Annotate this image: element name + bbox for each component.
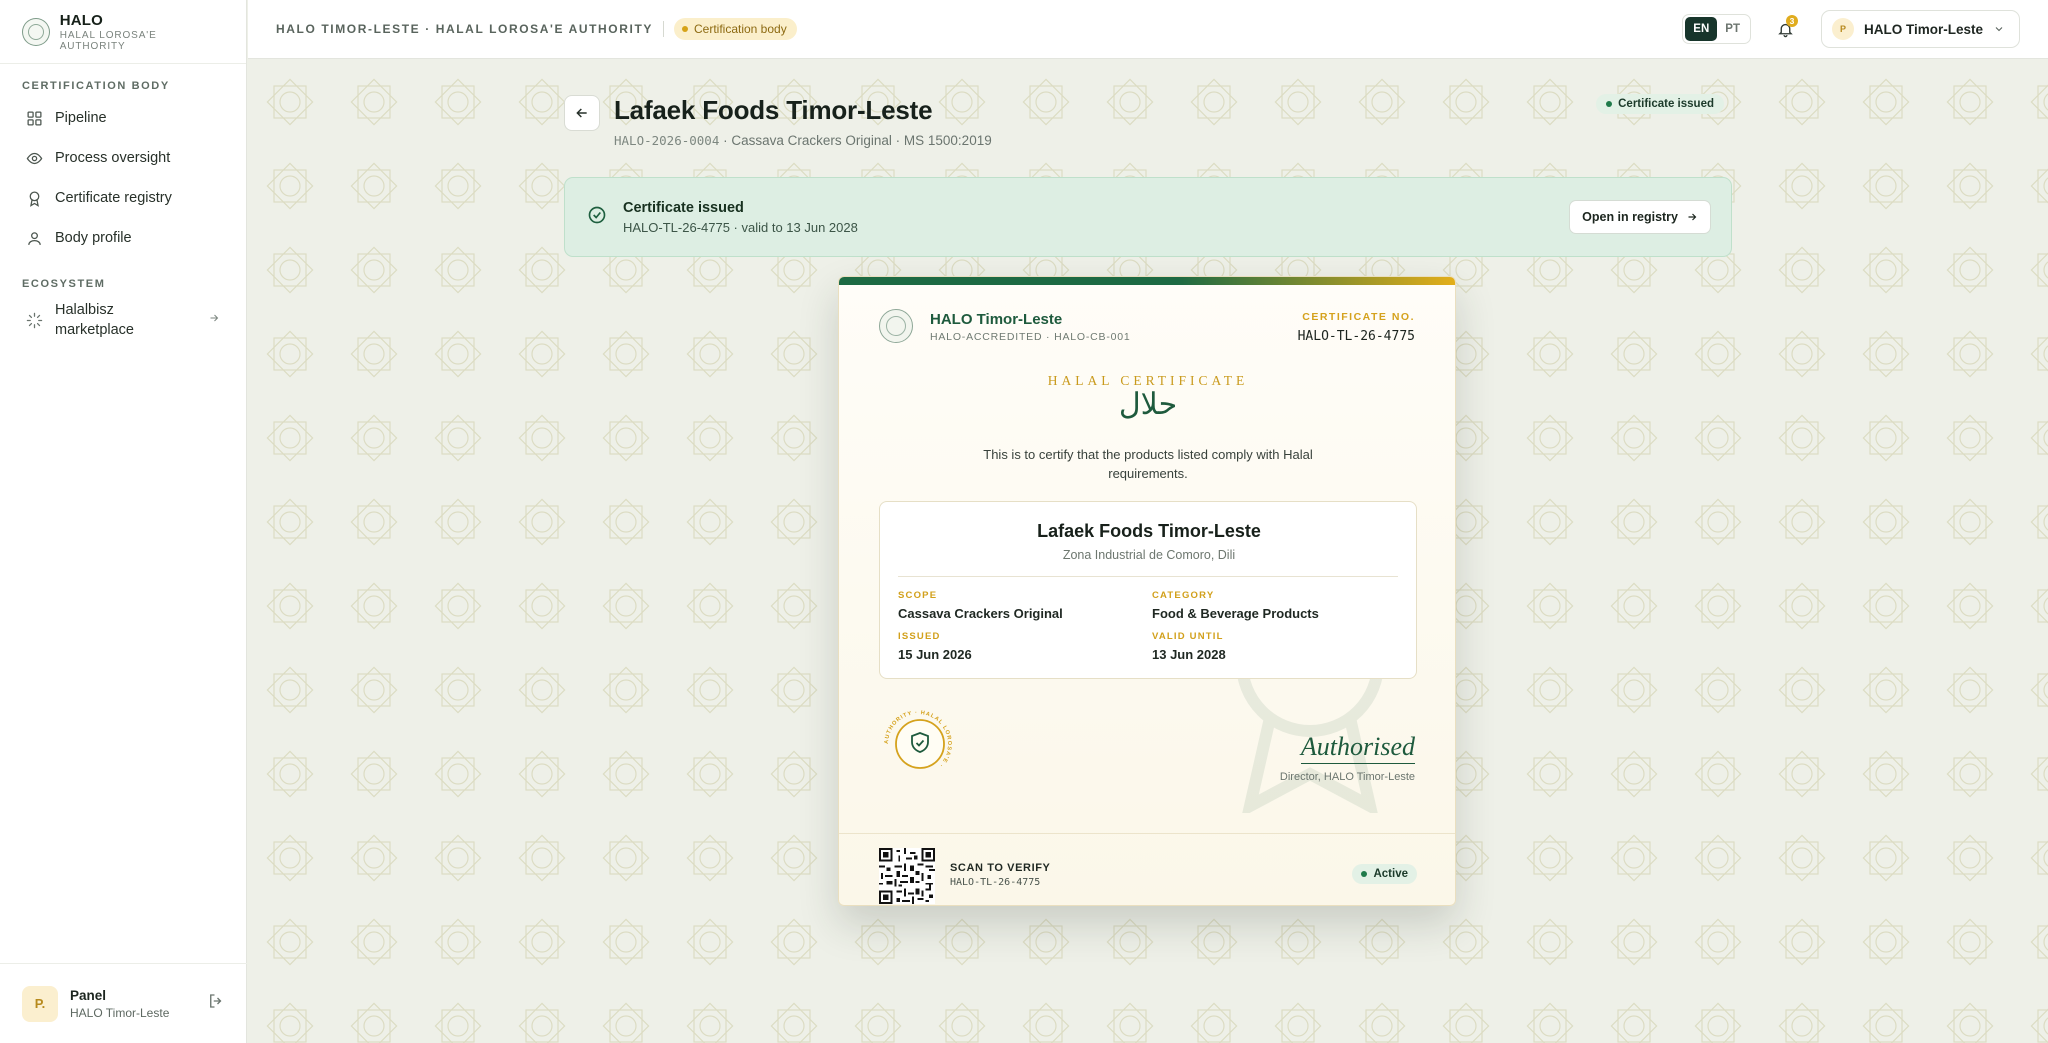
signatory-title: Director, HALO Timor-Leste	[1279, 771, 1415, 783]
signature: Authorised	[1300, 732, 1415, 764]
divider	[662, 21, 664, 37]
role-badge: Certification body	[673, 18, 797, 40]
field-value: Food & Beverage Products	[1152, 606, 1319, 621]
account-menu[interactable]: P HALO Timor-Leste	[1820, 10, 2020, 48]
logout-icon[interactable]	[207, 992, 225, 1015]
certificate-accent-bar	[839, 277, 1455, 285]
status-badge-label: Certificate issued	[1618, 98, 1714, 110]
divider	[898, 576, 1398, 577]
certificate-accreditation: HALO-ACCREDITED · HALO-CB-001	[930, 331, 1131, 343]
back-button[interactable]	[564, 95, 600, 131]
issued-banner: Certificate issued HALO-TL-26-4775 · val…	[564, 177, 1732, 257]
eye-icon	[26, 152, 43, 164]
role-badge-label: Certification body	[693, 22, 787, 36]
certificate-details: Lafaek Foods Timor-Leste Zona Industrial…	[879, 501, 1417, 679]
field-issued: ISSUED 15 Jun 2026	[898, 631, 972, 662]
nav-section-certification-body: CERTIFICATION BODY	[22, 80, 170, 92]
certificate-issuer: HALO Timor-Leste	[930, 311, 1063, 328]
field-label: SCOPE	[898, 590, 938, 601]
grid-icon	[27, 110, 42, 126]
notification-count: 3	[1785, 15, 1798, 27]
chevron-down-icon	[1995, 27, 2003, 32]
scan-to-verify-label: SCAN TO VERIFY	[950, 862, 1051, 874]
nav-section-ecosystem: ECOSYSTEM	[22, 278, 106, 290]
spinner-icon	[26, 312, 43, 328]
certificate-footer: SCAN TO VERIFY HALO-TL-26-4775 Active	[839, 833, 1455, 905]
lang-en-button[interactable]: EN	[1685, 17, 1718, 41]
certificate-card: HALO Timor-Leste HALO-ACCREDITED · HALO-…	[838, 276, 1456, 906]
scan-certificate-id: HALO-TL-26-4775	[950, 877, 1041, 888]
user-org: HALO Timor-Leste	[70, 1005, 170, 1020]
qr-code[interactable]	[879, 848, 935, 904]
certificate-state-label: Active	[1373, 868, 1408, 880]
field-value: Cassava Crackers Original	[898, 606, 1063, 621]
button-label: Open in registry	[1582, 210, 1678, 224]
halo-logo-icon	[22, 17, 50, 46]
banner-title: Certificate issued	[623, 199, 744, 216]
company-address: Zona Industrial de Comoro, Dili	[1062, 548, 1236, 562]
field-value: 13 Jun 2028	[1152, 647, 1226, 662]
breadcrumb: HALO TIMOR-LESTE · HALAL LOROSA'E AUTHOR…	[276, 22, 653, 36]
arrow-left-icon	[576, 108, 587, 118]
arabic-halal-text: حلال	[1118, 387, 1178, 422]
brand[interactable]: HALO HALAL LOROSA'E AUTHORITY	[0, 0, 246, 64]
sidebar-item-halalbisz-marketplace[interactable]: Halalbisz marketplace	[0, 296, 246, 344]
page-title: Lafaek Foods Timor-Leste	[614, 95, 933, 125]
account-name: HALO Timor-Leste	[1863, 21, 1983, 37]
dot-icon	[1361, 871, 1368, 877]
certificate-state-badge: Active	[1352, 864, 1417, 884]
subtitle-details: · Cassava Crackers Original · MS 1500:20…	[719, 133, 992, 148]
halo-seal-icon	[879, 309, 913, 343]
language-switch: EN PT	[1682, 14, 1751, 44]
sidebar-item-label: Body profile	[55, 230, 132, 246]
arrow-right-icon	[208, 312, 220, 328]
topbar: HALO TIMOR-LESTE · HALAL LOROSA'E AUTHOR…	[248, 0, 2048, 59]
brand-subtitle: HALAL LOROSA'E AUTHORITY	[59, 29, 157, 52]
dot-icon	[681, 26, 688, 32]
avatar: P.	[22, 985, 58, 1022]
sidebar-item-pipeline[interactable]: Pipeline	[0, 98, 246, 138]
lang-pt-button[interactable]: PT	[1717, 17, 1748, 41]
sidebar-item-label: Certificate registry	[55, 190, 172, 206]
open-in-registry-button[interactable]: Open in registry	[1569, 200, 1711, 234]
field-scope: SCOPE Cassava Crackers Original	[898, 590, 1063, 621]
field-category: CATEGORY Food & Beverage Products	[1152, 590, 1319, 621]
sidebar: HALO HALAL LOROSA'E AUTHORITY CERTIFICAT…	[0, 0, 247, 1043]
field-label: ISSUED	[898, 631, 941, 642]
user-icon	[28, 231, 41, 245]
brand-name: HALO	[59, 11, 104, 29]
company-name: Lafaek Foods Timor-Leste	[1037, 521, 1261, 541]
page-subtitle: HALO-2026-0004 · Cassava Crackers Origin…	[614, 133, 992, 148]
sidebar-item-label: Halalbisz marketplace	[55, 302, 134, 338]
sidebar-item-certificate-registry[interactable]: Certificate registry	[0, 178, 246, 218]
sidebar-item-label: Process oversight	[55, 150, 171, 166]
field-label: CATEGORY	[1152, 590, 1215, 601]
user-name: Panel	[70, 987, 107, 1003]
case-id: HALO-2026-0004	[614, 133, 720, 148]
arrow-right-icon	[1688, 213, 1697, 221]
authority-stamp-icon: AUTHORITY · HALAL LOROSA'E ·	[884, 710, 951, 769]
award-icon	[29, 190, 40, 207]
certificate-statement: This is to certify that the products lis…	[983, 447, 1313, 481]
main-content: Lafaek Foods Timor-Leste HALO-2026-0004 …	[248, 60, 2048, 1043]
notifications-button[interactable]: 3	[1769, 12, 1803, 46]
sidebar-item-process-oversight[interactable]: Process oversight	[0, 138, 246, 178]
banner-detail: HALO-TL-26-4775 · valid to 13 Jun 2028	[623, 219, 858, 235]
dot-icon	[1606, 101, 1613, 107]
sidebar-user-panel: P. Panel HALO Timor-Leste	[0, 963, 247, 1043]
sidebar-item-body-profile[interactable]: Body profile	[0, 218, 246, 258]
status-badge: Certificate issued	[1596, 94, 1724, 114]
check-circle-icon	[587, 205, 607, 230]
field-valid-until: VALID UNTIL 13 Jun 2028	[1152, 631, 1226, 662]
sidebar-item-label: Pipeline	[55, 110, 107, 126]
field-label: VALID UNTIL	[1152, 631, 1224, 642]
certificate-number: HALO-TL-26-4775	[1297, 329, 1415, 344]
certificate-number-label: CERTIFICATE NO.	[1302, 311, 1415, 323]
avatar: P	[1831, 18, 1854, 40]
field-value: 15 Jun 2026	[898, 647, 972, 662]
